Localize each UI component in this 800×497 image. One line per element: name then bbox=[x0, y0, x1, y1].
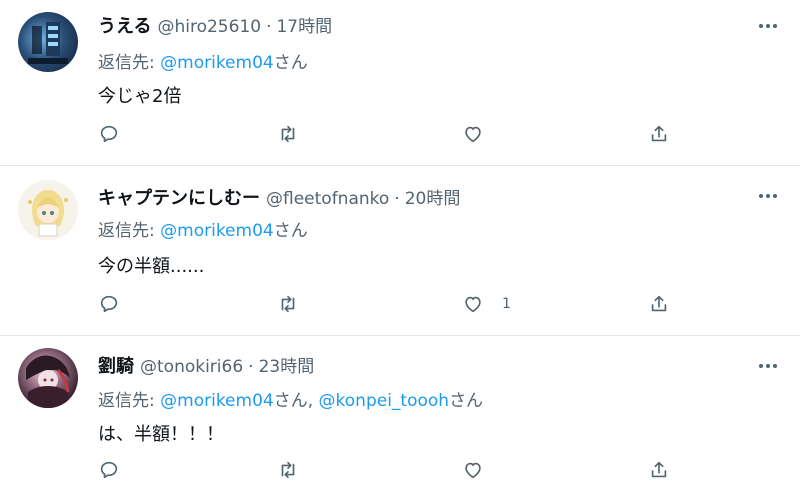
separator-dot: · bbox=[266, 17, 272, 37]
like-count: 1 bbox=[502, 296, 511, 312]
avatar[interactable] bbox=[18, 12, 78, 72]
reply-to-line: 返信先: @morikem04さん, @konpei_tooohさん bbox=[98, 386, 483, 411]
tweet-header: うえる @hiro25610 · 17時間 bbox=[98, 12, 332, 38]
mention-link[interactable]: @morikem04 bbox=[160, 221, 274, 241]
reply-to-line: 返信先: @morikem04さん bbox=[98, 48, 308, 73]
more-horizontal-icon[interactable] bbox=[756, 14, 780, 38]
heart-icon bbox=[465, 126, 481, 143]
retweet-button[interactable] bbox=[277, 456, 299, 484]
retweet-button[interactable] bbox=[277, 290, 299, 318]
more-horizontal-icon[interactable] bbox=[756, 184, 780, 208]
user-handle[interactable]: @tonokiri66 bbox=[140, 357, 243, 377]
reply-to-line: 返信先: @morikem04さん bbox=[98, 216, 308, 241]
reply-to-label: 返信先: bbox=[98, 221, 161, 241]
separator-dot: · bbox=[394, 189, 400, 209]
tweet-actions bbox=[96, 456, 696, 484]
heart-icon bbox=[465, 462, 481, 479]
tweet-header: キャプテンにしむー @fleetofnanko · 20時間 bbox=[98, 184, 460, 210]
reply-icon bbox=[100, 295, 118, 313]
share-button[interactable] bbox=[648, 456, 670, 484]
tweet-text: は、半額！！！ bbox=[98, 424, 224, 445]
tweet-header: 劉騎 @tonokiri66 · 23時間 bbox=[98, 352, 314, 378]
like-button[interactable] bbox=[462, 120, 502, 148]
tweet-text: 今の半額...... bbox=[98, 256, 205, 277]
tweet-text: 今じゃ2倍 bbox=[98, 86, 182, 107]
heart-icon bbox=[465, 296, 481, 313]
mention-link[interactable]: @morikem04 bbox=[160, 391, 274, 411]
mention-suffix: さん bbox=[273, 221, 308, 241]
display-name[interactable]: うえる bbox=[98, 12, 151, 38]
reply-button[interactable] bbox=[98, 290, 120, 318]
reply-button[interactable] bbox=[98, 456, 120, 484]
avatar[interactable] bbox=[18, 348, 78, 408]
share-button[interactable] bbox=[648, 290, 670, 318]
more-horizontal-icon[interactable] bbox=[756, 354, 780, 378]
display-name[interactable]: キャプテンにしむー bbox=[98, 184, 260, 210]
reply-icon bbox=[100, 125, 118, 143]
mention-link[interactable]: @morikem04 bbox=[160, 53, 274, 73]
reply-button[interactable] bbox=[98, 120, 120, 148]
reply-icon bbox=[100, 461, 118, 479]
retweet-icon bbox=[281, 125, 295, 143]
mention-suffix: さん bbox=[449, 391, 484, 411]
tweet-actions bbox=[96, 120, 696, 148]
retweet-icon bbox=[281, 461, 295, 479]
reply-feed: うえる @hiro25610 · 17時間 返信先: @morikem04さん … bbox=[0, 0, 800, 497]
share-button[interactable] bbox=[648, 120, 670, 148]
mention-suffix: さん bbox=[273, 53, 308, 73]
timestamp[interactable]: 17時間 bbox=[276, 12, 332, 37]
mention-joiner: , bbox=[307, 391, 319, 411]
tweet-actions: 1 bbox=[96, 290, 696, 318]
retweet-icon bbox=[281, 295, 295, 313]
reply-to-label: 返信先: bbox=[98, 391, 161, 411]
reply-to-label: 返信先: bbox=[98, 53, 161, 73]
avatar[interactable] bbox=[18, 180, 78, 240]
display-name[interactable]: 劉騎 bbox=[98, 352, 134, 378]
mention-link[interactable]: @konpei_toooh bbox=[319, 391, 450, 411]
share-icon bbox=[651, 295, 667, 312]
like-button[interactable] bbox=[462, 456, 502, 484]
separator-dot: · bbox=[248, 357, 254, 377]
mention-suffix: さん bbox=[273, 391, 308, 411]
timestamp[interactable]: 23時間 bbox=[259, 352, 315, 377]
user-handle[interactable]: @fleetofnanko bbox=[266, 189, 389, 209]
like-button[interactable]: 1 bbox=[462, 290, 511, 318]
user-handle[interactable]: @hiro25610 bbox=[157, 17, 261, 37]
retweet-button[interactable] bbox=[277, 120, 299, 148]
share-icon bbox=[651, 125, 667, 142]
timestamp[interactable]: 20時間 bbox=[405, 184, 461, 209]
share-icon bbox=[651, 461, 667, 478]
